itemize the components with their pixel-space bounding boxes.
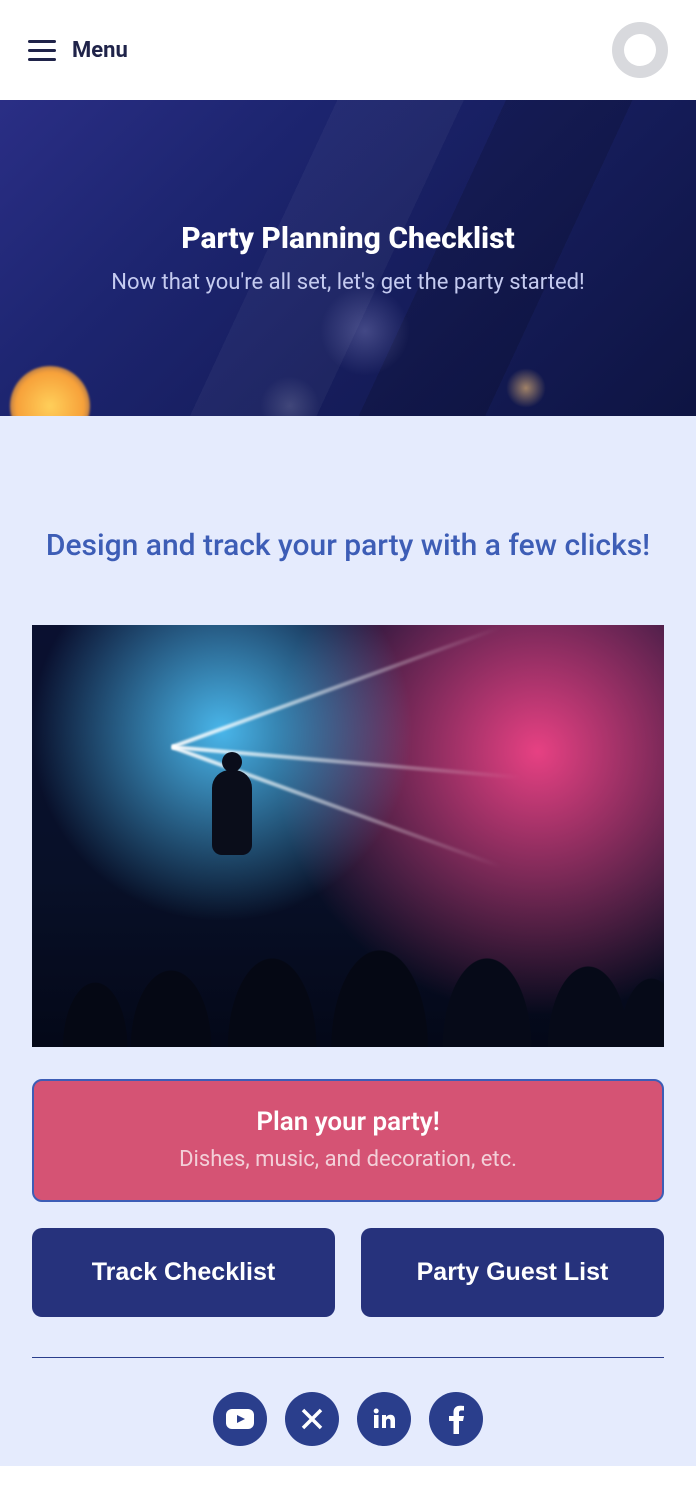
linkedin-icon[interactable] [357,1392,411,1446]
app-header: Menu [0,0,696,100]
x-icon[interactable] [285,1392,339,1446]
party-guest-list-button[interactable]: Party Guest List [361,1228,664,1317]
divider [32,1357,664,1358]
hero-subtitle: Now that you're all set, let's get the p… [111,270,584,295]
plan-party-button[interactable]: Plan your party! Dishes, music, and deco… [32,1079,664,1202]
social-row [32,1392,664,1456]
hamburger-icon [28,40,56,61]
plan-party-subtitle: Dishes, music, and decoration, etc. [54,1147,642,1172]
menu-button[interactable]: Menu [28,38,128,63]
main-heading: Design and track your party with a few c… [32,526,664,565]
party-image [32,625,664,1047]
hero-title: Party Planning Checklist [181,221,515,256]
track-checklist-button[interactable]: Track Checklist [32,1228,335,1317]
menu-label: Menu [72,38,128,63]
nav-button-row: Track Checklist Party Guest List [32,1228,664,1317]
plan-party-title: Plan your party! [54,1107,642,1137]
main-content: Design and track your party with a few c… [0,416,696,1466]
hero-banner: Party Planning Checklist Now that you're… [0,100,696,416]
facebook-icon[interactable] [429,1392,483,1446]
youtube-icon[interactable] [213,1392,267,1446]
app-logo[interactable] [612,22,668,78]
